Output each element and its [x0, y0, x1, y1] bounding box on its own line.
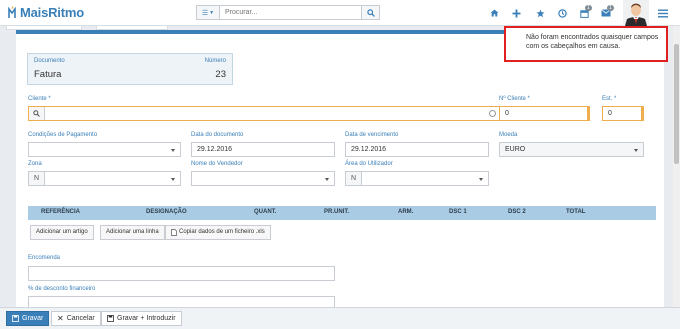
condicoes-select[interactable] [28, 142, 181, 157]
search-scope-dropdown[interactable]: ☰ ▼ [196, 5, 220, 20]
vendedor-label: Nome do Vendedor [191, 161, 243, 167]
add-line-button[interactable]: Adicionar uma linha [100, 225, 165, 240]
document-number-label: Número [204, 58, 226, 64]
app-name: MaisRitmo [20, 5, 84, 20]
document-number-value: 23 [215, 69, 226, 80]
copy-xls-label: Copiar dados de um ficheiro .xls [179, 229, 265, 235]
notification-toast: Não foram encontrados quaisquer campos c… [504, 26, 668, 62]
footer-action-bar: Gravar ✕ Cancelar Gravar + Introduzir [0, 307, 680, 329]
zona-prefix: N [29, 172, 45, 185]
scrollbar-thumb[interactable] [674, 44, 679, 164]
list-icon: ☰ [201, 9, 209, 17]
file-icon [171, 229, 177, 236]
est-value: 0 [608, 110, 612, 117]
moeda-select[interactable]: EURO [499, 142, 644, 157]
search-icon [29, 107, 45, 120]
caret-down-icon: ▼ [209, 9, 215, 16]
col-quant: QUANT. [254, 209, 277, 215]
calendar-badge: 1 [585, 5, 592, 11]
add-article-label: Adicionar um artigo [36, 229, 88, 235]
logo-icon [8, 6, 17, 19]
save-insert-button[interactable]: Gravar + Introduzir [101, 311, 182, 326]
data-documento-field[interactable]: 29.12.2016 [191, 142, 335, 157]
save-icon [12, 315, 19, 322]
area-prefix: N [346, 172, 362, 185]
search-button[interactable] [362, 5, 380, 20]
ncliente-value: 0 [505, 110, 509, 117]
messages-badge: 1 [607, 5, 614, 11]
ncliente-field[interactable]: 0 [499, 106, 590, 121]
home-icon[interactable] [486, 4, 502, 22]
col-arm: ARM. [398, 209, 414, 215]
col-dsc1: DSC 1 [449, 209, 467, 215]
search-bar: ☰ ▼ [196, 5, 380, 20]
area-select[interactable]: N [345, 171, 489, 186]
vendedor-select[interactable] [191, 171, 335, 186]
clock-icon[interactable] [554, 4, 570, 22]
search-icon [366, 8, 375, 17]
calendar-icon[interactable]: 1 [576, 4, 592, 22]
items-table-header: REFERÊNCIA DESIGNAÇÃO QUANT. PR.UNIT. AR… [28, 206, 656, 220]
area-label: Área do Utilizador [345, 161, 393, 167]
document-info-box: Documento Número Fatura 23 [27, 53, 233, 85]
save-insert-label: Gravar + Introduzir [117, 315, 176, 322]
zona-select[interactable]: N [28, 171, 181, 186]
col-referencia: REFERÊNCIA [41, 209, 81, 215]
encomenda-field[interactable] [28, 266, 335, 281]
plus-icon[interactable] [508, 4, 524, 22]
col-pr-unit: PR.UNIT. [324, 209, 350, 215]
col-dsc2: DSC 2 [508, 209, 526, 215]
col-total: TOTAL [566, 209, 586, 215]
moeda-label: Moeda [499, 132, 518, 138]
messages-icon[interactable]: 1 [598, 4, 614, 22]
document-form-panel: Documento Número Fatura 23 Cliente * Nº … [16, 30, 664, 329]
moeda-value: EURO [505, 146, 526, 153]
save-label: Gravar [22, 315, 44, 322]
col-designacao: DESIGNAÇÃO [146, 209, 187, 215]
data-vencimento-field[interactable]: 29.12.2016 [345, 142, 489, 157]
close-icon: ✕ [57, 314, 64, 323]
page-scrollbar[interactable] [673, 26, 680, 307]
user-avatar[interactable] [623, 0, 649, 26]
add-article-button[interactable]: Adicionar um artigo [30, 225, 94, 240]
save-button[interactable]: Gravar [6, 311, 50, 326]
search-input[interactable] [220, 5, 362, 20]
cancel-label: Cancelar [66, 315, 95, 322]
desconto-label: % de desconto financeiro [28, 286, 96, 292]
encomenda-label: Encomenda [28, 255, 61, 261]
hamburger-menu-icon[interactable] [654, 4, 672, 22]
data-vencimento-value: 29.12.2016 [351, 146, 387, 153]
condicoes-label: Condições de Pagamento [28, 132, 98, 138]
est-label: Est. * [602, 96, 617, 102]
est-field[interactable]: 0 [602, 106, 644, 121]
star-icon[interactable] [532, 4, 548, 22]
data-documento-label: Data do documento [191, 132, 244, 138]
save-icon [107, 315, 114, 322]
toast-message: Não foram encontrados quaisquer campos c… [526, 34, 659, 50]
top-bar: MaisRitmo ☰▼ 1 1 [0, 0, 680, 26]
document-type-label: Documento [34, 58, 65, 64]
app-logo[interactable]: MaisRitmo [8, 5, 84, 20]
cancel-button[interactable]: ✕ Cancelar [51, 311, 101, 326]
cliente-field[interactable] [28, 106, 504, 121]
clear-circle-icon[interactable] [489, 110, 496, 117]
zona-label: Zona [28, 161, 42, 167]
document-type-value: Fatura [34, 69, 62, 80]
data-vencimento-label: Data de vencimento [345, 132, 399, 138]
ncliente-label: Nº Cliente * [499, 96, 530, 102]
data-documento-value: 29.12.2016 [197, 146, 233, 153]
add-line-label: Adicionar uma linha [106, 229, 159, 235]
copy-xls-button[interactable]: Copiar dados de um ficheiro .xls [165, 225, 271, 240]
cliente-label: Cliente * [28, 96, 51, 102]
